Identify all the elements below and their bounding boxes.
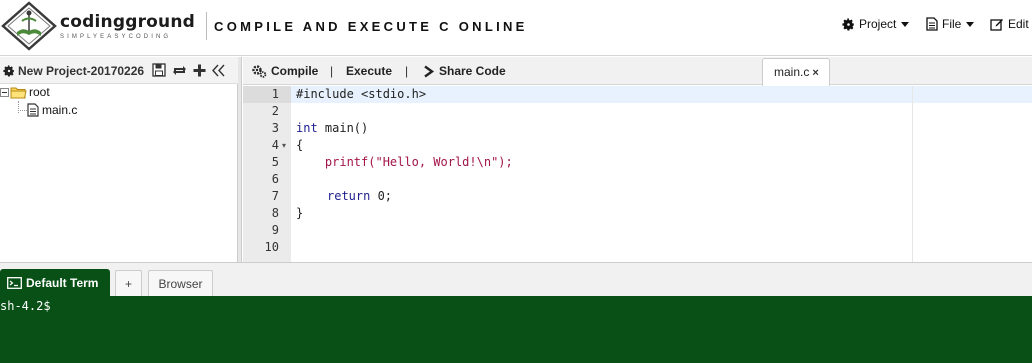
edit-icon bbox=[990, 19, 1003, 31]
tree-root-label: root bbox=[29, 85, 50, 99]
compile-label: Compile bbox=[271, 64, 319, 78]
project-panel: New Project-20170226 root main.c bbox=[0, 57, 238, 262]
brand[interactable]: codingground SIMPLYEASYCODING bbox=[60, 13, 195, 41]
line-number: 1 bbox=[271, 87, 279, 101]
tree-connector bbox=[18, 101, 19, 113]
plus-icon[interactable] bbox=[193, 64, 206, 77]
line-number: 6 bbox=[271, 172, 279, 186]
line-number: 3 bbox=[271, 121, 279, 135]
refresh-icon[interactable] bbox=[172, 64, 187, 77]
code-line: #include <stdio.h> bbox=[296, 86, 426, 103]
compile-button[interactable]: Compile bbox=[251, 64, 318, 78]
collapse-node-icon[interactable] bbox=[0, 87, 9, 97]
codingground-logo-icon[interactable] bbox=[0, 0, 58, 52]
code-line: int main() bbox=[296, 120, 368, 137]
code-text: { bbox=[296, 138, 304, 152]
file-icon bbox=[926, 17, 938, 31]
tree-root[interactable]: root bbox=[0, 85, 50, 99]
gear-icon bbox=[842, 17, 854, 31]
tab-default-term[interactable]: Default Term bbox=[0, 269, 110, 297]
line-number: 8 bbox=[271, 206, 279, 220]
code-line: printf("Hello, World!\n"); bbox=[296, 154, 513, 171]
line-number: 10 bbox=[264, 240, 279, 254]
terminal[interactable]: sh-4.2$ bbox=[0, 296, 1032, 363]
code-text: main() bbox=[317, 121, 369, 135]
edit-menu[interactable]: Edit bbox=[990, 16, 1029, 32]
collapse-icon[interactable] bbox=[212, 64, 225, 77]
project-menu-label: Project bbox=[859, 17, 897, 31]
panel-splitter[interactable] bbox=[238, 57, 242, 262]
share-code-button[interactable]: Share Code bbox=[423, 64, 506, 78]
share-code-label: Share Code bbox=[439, 64, 506, 78]
code-line: return 0; bbox=[327, 188, 392, 205]
project-tools bbox=[152, 63, 225, 77]
code-text: printf("Hello, World!\n"); bbox=[296, 155, 513, 169]
project-name: New Project-20170226 bbox=[18, 64, 145, 78]
save-icon[interactable] bbox=[152, 63, 166, 77]
print-margin bbox=[912, 86, 913, 262]
tree-file-label: main.c bbox=[42, 103, 78, 117]
fold-arrow-icon[interactable]: ▾ bbox=[282, 137, 286, 154]
tree-connector bbox=[18, 110, 27, 111]
terminal-icon bbox=[7, 277, 22, 289]
file-menu-label: File bbox=[942, 17, 962, 31]
execute-button[interactable]: Execute bbox=[346, 64, 392, 78]
project-toolbar: New Project-20170226 bbox=[0, 57, 238, 84]
code-line: } bbox=[296, 205, 303, 222]
execute-label: Execute bbox=[346, 64, 393, 78]
file-icon bbox=[27, 103, 39, 117]
gears-icon bbox=[252, 65, 267, 78]
edit-menu-label: Edit bbox=[1008, 17, 1029, 31]
add-tab-button[interactable]: + bbox=[115, 270, 142, 296]
toolbar-separator: | bbox=[330, 64, 334, 78]
folder-icon bbox=[10, 87, 27, 98]
code-keyword: return bbox=[327, 189, 371, 203]
project-title[interactable]: New Project-20170226 bbox=[3, 64, 144, 78]
tree-file[interactable]: main.c bbox=[27, 103, 77, 117]
brand-name: codingground bbox=[60, 12, 196, 32]
file-menu[interactable]: File bbox=[926, 16, 975, 32]
chevron-down-icon bbox=[966, 21, 975, 27]
close-icon[interactable]: × bbox=[812, 67, 818, 79]
file-tab-main-c[interactable]: main.c × bbox=[762, 58, 830, 86]
header-divider bbox=[206, 12, 207, 40]
code-text: 0; bbox=[370, 189, 393, 203]
toolbar-separator: | bbox=[405, 64, 409, 78]
line-number: 7 bbox=[271, 189, 279, 203]
code-editor[interactable]: 1 2 3 4 ▾ 5 6 7 8 9 10 #include <stdio.h… bbox=[243, 86, 1032, 262]
line-number: 5 bbox=[271, 155, 279, 169]
terminal-tab-bar: Default Term + Browser bbox=[0, 262, 1032, 297]
code-text: #include <stdio.h> bbox=[296, 87, 427, 101]
code-keyword: int bbox=[296, 121, 318, 135]
chevron-down-icon bbox=[901, 21, 910, 27]
line-number: 2 bbox=[271, 104, 279, 118]
file-tab-label: main.c bbox=[774, 65, 810, 79]
terminal-prompt: sh-4.2$ bbox=[0, 299, 51, 313]
brand-tagline: SIMPLYEASYCODING bbox=[60, 34, 172, 40]
app-header: codingground SIMPLYEASYCODING COMPILE AN… bbox=[0, 0, 1032, 56]
terminal-prompt-icon bbox=[424, 65, 435, 77]
code-line: { bbox=[296, 137, 303, 154]
code-text: } bbox=[296, 206, 304, 220]
line-number: 4 bbox=[271, 138, 279, 152]
project-menu[interactable]: Project bbox=[842, 16, 910, 32]
editor-toolbar: Compile | Execute | Share Code main.c × bbox=[243, 57, 1032, 86]
page-title: COMPILE AND EXECUTE C ONLINE bbox=[214, 19, 528, 34]
tab-browser[interactable]: Browser bbox=[148, 270, 213, 296]
tab-default-term-label: Default Term bbox=[26, 276, 99, 290]
gear-icon bbox=[3, 65, 14, 77]
line-number: 9 bbox=[271, 223, 279, 237]
